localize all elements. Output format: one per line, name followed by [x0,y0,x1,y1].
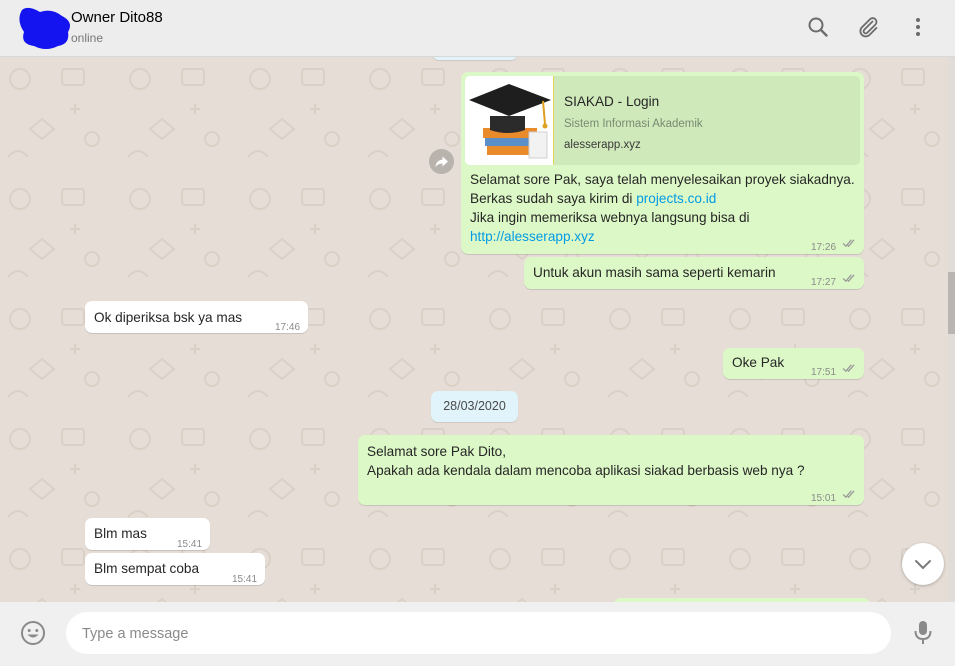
scroll-down-button[interactable] [902,543,944,585]
link-alesserapp[interactable]: http://alesserapp.xyz [470,227,860,246]
read-ticks-icon [842,239,855,248]
message-input-container[interactable] [66,612,891,654]
message-time: 15:41 [177,539,203,550]
message-text: Untuk akun masih sama seperti kemarin [533,265,776,280]
message-text: Ok diperiksa bsk ya mas [94,310,243,325]
contact-name[interactable]: Owner Dito88 [71,9,163,26]
date-chip-partial [432,57,518,60]
message-time: 17:26 [811,242,837,253]
read-ticks-icon [842,364,855,373]
composer [0,602,955,666]
message-outgoing[interactable]: Untuk akun masih sama seperti kemarin 17… [524,257,864,289]
message-text: Selamat sore Pak, saya telah menyelesaik… [470,170,860,246]
avatar[interactable] [18,6,72,50]
preview-description: Sistem Informasi Akademik [564,118,703,130]
attach-icon[interactable] [856,15,880,39]
message-time: 15:01 [811,493,837,504]
message-time: 17:51 [811,367,837,378]
message-outgoing[interactable]: Oke Pak 17:51 [723,348,864,379]
read-ticks-icon [842,274,855,283]
message-line-text: Berkas sudah saya kirim di [470,191,637,206]
message-line: Jika ingin memeriksa webnya langsung bis… [470,210,750,225]
emoji-icon[interactable] [20,620,46,646]
message-line: Selamat sore Pak Dito, [367,444,507,459]
message-outgoing[interactable]: SIAKAD - Login Sistem Informasi Akademik… [461,72,864,254]
message-line: Selamat sore Pak, saya telah menyelesaik… [470,172,855,187]
link-projects[interactable]: projects.co.id [636,191,716,206]
message-time: 17:46 [275,322,301,333]
message-incoming[interactable]: Ok diperiksa bsk ya mas 17:46 [85,301,308,333]
message-time: 17:27 [811,277,837,288]
chat-area[interactable]: SIAKAD - Login Sistem Informasi Akademik… [0,57,948,602]
read-ticks-icon [842,490,855,499]
message-line: Berkas sudah saya kirim di projects.co.i… [470,189,860,208]
graduation-cap-thumbnail [465,76,554,165]
menu-icon[interactable] [906,15,930,39]
link-preview[interactable]: SIAKAD - Login Sistem Informasi Akademik… [465,76,860,165]
preview-title: SIAKAD - Login [564,94,660,109]
message-text: Blm mas [94,526,147,541]
message-incoming[interactable]: Blm sempat coba 15:41 [85,553,265,585]
forward-icon[interactable] [429,149,454,174]
message-outgoing[interactable]: Selamat sore Pak Dito, Apakah ada kendal… [358,435,864,505]
message-input[interactable] [80,623,874,645]
message-incoming[interactable]: Blm mas 15:41 [85,518,210,550]
message-text: Oke Pak [732,355,785,370]
chat-header: Owner Dito88 online [0,0,955,57]
message-text: Blm sempat coba [94,561,200,576]
search-icon[interactable] [806,15,830,39]
message-line: Apakah ada kendala dalam mencoba aplikas… [367,463,805,478]
preview-domain: alesserapp.xyz [564,139,641,151]
date-separator: 28/03/2020 [431,391,518,422]
microphone-icon[interactable] [912,619,934,647]
message-time: 15:41 [232,574,258,585]
scrollbar-thumb[interactable] [948,272,955,334]
contact-status: online [71,31,104,45]
